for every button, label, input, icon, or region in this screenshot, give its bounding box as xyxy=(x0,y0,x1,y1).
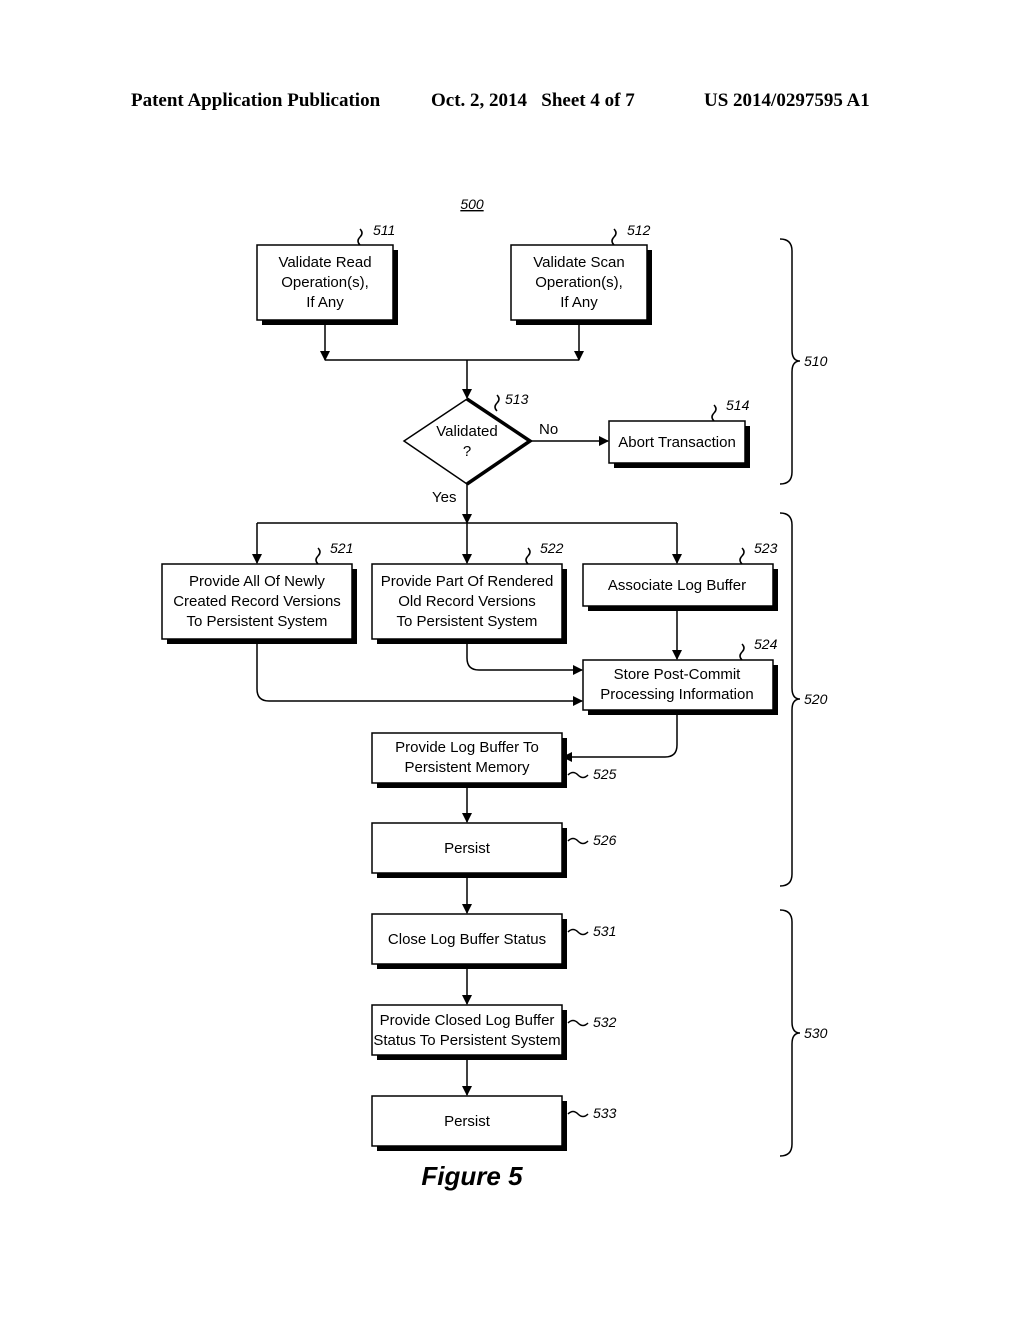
node-514-text: Abort Transaction xyxy=(618,434,736,451)
ref-leader xyxy=(567,771,589,779)
ref-leader xyxy=(567,1110,589,1118)
node-532-ref: 532 xyxy=(593,1014,617,1030)
brace-510-label: 510 xyxy=(804,353,828,369)
node-531-ref: 531 xyxy=(593,923,616,939)
node-522-text: Provide Part Of Rendered Old Record Versi… xyxy=(381,573,554,630)
node-514-ref: 514 xyxy=(726,397,750,413)
brace-510: 510 xyxy=(779,238,828,485)
node-514: Abort Transaction 514 xyxy=(608,397,750,468)
node-526: Persist 526 xyxy=(371,822,617,878)
ref-leader xyxy=(611,228,617,246)
node-511-ref: 511 xyxy=(373,222,395,238)
node-521: Provide All Of Newly Created Record Versi… xyxy=(161,540,357,644)
node-526-ref: 526 xyxy=(593,832,617,848)
node-522-ref: 522 xyxy=(540,540,564,556)
ref-leader xyxy=(711,404,717,422)
node-524: Store Post-Commit Processing Information … xyxy=(582,636,778,715)
figure-caption: Figure 5 xyxy=(421,1161,523,1191)
node-525-ref: 525 xyxy=(593,766,617,782)
ref-leader xyxy=(739,547,745,565)
node-533-text: Persist xyxy=(444,1113,491,1130)
brace-520: 520 xyxy=(779,512,828,887)
ref-leader xyxy=(567,1019,589,1027)
node-532: Provide Closed Log Buffer Status To Persi… xyxy=(371,1004,617,1060)
brace-530: 530 xyxy=(779,909,828,1157)
node-513-ref: 513 xyxy=(505,391,529,407)
node-511: Validate Read Operation(s), If Any 511 xyxy=(256,222,398,325)
ref-leader xyxy=(315,547,321,565)
node-533: Persist 533 xyxy=(371,1095,617,1151)
node-531: Close Log Buffer Status 531 xyxy=(371,913,616,969)
node-522: Provide Part Of Rendered Old Record Versi… xyxy=(371,540,567,644)
node-523: Associate Log Buffer 523 xyxy=(582,540,778,611)
node-531-text: Close Log Buffer Status xyxy=(388,931,546,948)
brace-530-label: 530 xyxy=(804,1025,828,1041)
brace-520-label: 520 xyxy=(804,691,828,707)
node-512: Validate Scan Operation(s), If Any 512 xyxy=(510,222,652,325)
ref-leader xyxy=(567,837,589,845)
edge-label-yes: Yes xyxy=(432,489,456,506)
ref-leader xyxy=(494,394,500,412)
flowchart: 500 Validate Read Operation(s), If Any 511… xyxy=(161,196,828,1191)
node-521-ref: 521 xyxy=(330,540,353,556)
node-533-ref: 533 xyxy=(593,1105,617,1121)
figure-ref: 500 xyxy=(460,196,484,212)
node-525: Provide Log Buffer To Persistent Memory 5… xyxy=(371,732,617,788)
node-521-text: Provide All Of Newly Created Record Versi… xyxy=(173,573,341,630)
ref-leader xyxy=(525,547,531,565)
ref-leader xyxy=(739,643,745,661)
node-524-ref: 524 xyxy=(754,636,778,652)
node-513-decision: Validated? 513 xyxy=(402,391,534,486)
edge xyxy=(562,710,678,762)
edge-label-no: No xyxy=(539,421,558,438)
node-526-text: Persist xyxy=(444,840,491,857)
node-523-text: Associate Log Buffer xyxy=(608,577,746,594)
ref-leader xyxy=(357,228,363,246)
ref-leader xyxy=(567,928,589,936)
node-512-ref: 512 xyxy=(627,222,651,238)
node-523-ref: 523 xyxy=(754,540,778,556)
